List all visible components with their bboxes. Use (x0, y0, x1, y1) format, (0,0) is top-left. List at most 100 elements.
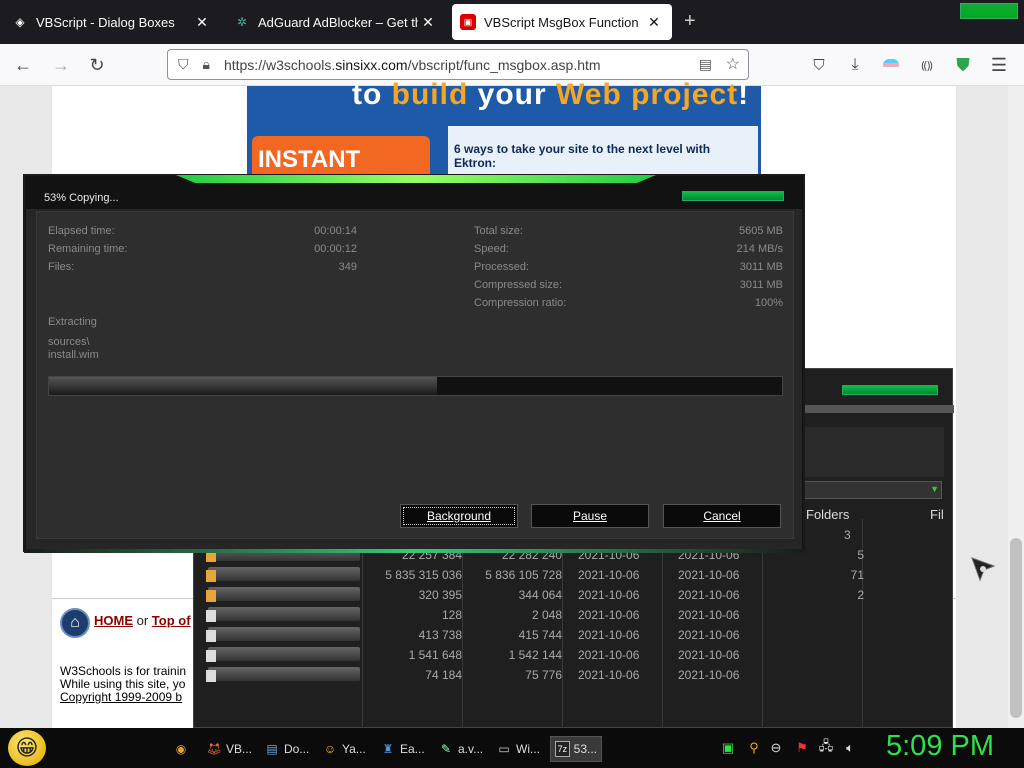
close-icon[interactable]: ✕ (192, 14, 212, 31)
new-tab-button[interactable]: + (684, 10, 696, 33)
column-header-files[interactable]: Fil (930, 507, 944, 522)
network-icon[interactable]: 🖧︎ (818, 738, 834, 756)
cell-size: 128 (441, 608, 462, 622)
lock-icon[interactable]: 🔒︎ (203, 56, 210, 73)
bookmark-star-icon[interactable]: ☆ (726, 54, 740, 74)
clock[interactable]: 5:09 PM (886, 730, 994, 763)
cell-modified: 2021-10-06 (578, 668, 640, 682)
7zip-icon: 7z (555, 741, 570, 757)
close-icon[interactable]: ✕ (644, 14, 664, 31)
cell-modified: 2021-10-06 (578, 628, 640, 642)
home-link[interactable]: HOME (94, 613, 133, 628)
close-icon[interactable]: ✕ (418, 14, 438, 31)
start-button[interactable]: 😁︎ (8, 730, 46, 766)
cell-packed: 2 048 (531, 608, 562, 622)
search-icon[interactable]: ⚲ (746, 740, 762, 756)
speed-label: Speed: (474, 243, 509, 255)
cell-modified: 2021-10-06 (578, 568, 640, 582)
cell-folders: 2 (857, 588, 864, 602)
home-icon[interactable]: ⌂ (60, 608, 90, 638)
taskbar-item[interactable]: ▭ Wi... (492, 736, 546, 762)
tray-flag-icon[interactable]: ⚑ (794, 740, 810, 756)
taskbar-item-label: a.v... (458, 742, 484, 756)
back-button[interactable]: ← (10, 52, 36, 78)
folder-icon (206, 570, 216, 582)
pocket-icon[interactable]: ⛉ (806, 52, 832, 78)
table-row[interactable]: 1 541 648 1 542 144 2021-10-06 2021-10-06 (204, 645, 944, 665)
chevron-down-icon[interactable]: ▼ (930, 484, 939, 494)
adguard-shield-icon[interactable]: ⛊ (950, 52, 976, 78)
table-row[interactable]: 128 2 048 2021-10-06 2021-10-06 (204, 605, 944, 625)
download-icon[interactable]: ⤓ (842, 52, 868, 78)
file-icon (206, 630, 216, 642)
forward-button[interactable]: → (48, 52, 74, 78)
file-icon (206, 610, 216, 622)
menu-icon[interactable]: ☰ (986, 52, 1012, 78)
cell-modified: 2021-10-06 (578, 588, 640, 602)
url-text[interactable]: https://w3schools.sinsixx.com/vbscript/f… (224, 57, 601, 73)
browser-tab-bar: ◈ VBScript - Dialog Boxes ✕ ✲ AdGuard Ad… (0, 0, 1024, 44)
volume-icon[interactable]: 🔈︎ (842, 740, 858, 756)
page-margin-right (956, 86, 1008, 728)
taskbar-item[interactable]: ▤ Do... (260, 736, 314, 762)
pause-button[interactable]: Pause (531, 504, 649, 528)
table-row[interactable]: 74 184 75 776 2021-10-06 2021-10-06 (204, 665, 944, 685)
notepad-icon: ✎ (440, 742, 452, 756)
reader-view-icon[interactable]: ▤ (699, 56, 712, 73)
reload-button[interactable]: ↻ (84, 52, 110, 78)
ektron-promo[interactable]: 6 ways to take your site to the next lev… (448, 126, 758, 176)
url-bar[interactable]: ⛉ 🔒︎ https://w3schools.sinsixx.com/vbscr… (167, 49, 749, 80)
scrollbar-thumb[interactable] (1010, 538, 1022, 718)
copy-progress-dialog[interactable]: 53% Copying... Elapsed time: 00:00:14 Re… (24, 175, 804, 553)
tab-adguard[interactable]: ✲ AdGuard AdBlocker – Get this E ✕ (226, 4, 446, 40)
path-combo[interactable]: ▼ (804, 481, 942, 499)
taskbar-item[interactable]: ☺ Ya... (318, 736, 372, 762)
banner-headline-build: build (391, 78, 469, 111)
footer-text: W3Schools is for trainin While using thi… (60, 665, 200, 704)
speed-value: 214 MB/s (736, 243, 783, 255)
taskbar-item[interactable]: 7z 53... (550, 736, 602, 762)
cell-size: 413 738 (418, 628, 462, 642)
tab-vbscript-dialog-boxes[interactable]: ◈ VBScript - Dialog Boxes ✕ (4, 4, 220, 40)
document-icon: ▤ (266, 742, 278, 756)
remaining-time-value: 00:00:12 (314, 243, 357, 255)
column-header-folders[interactable]: Folders (806, 507, 849, 522)
remaining-time-label: Remaining time: (48, 243, 128, 255)
w3schools-icon: ◈ (15, 15, 25, 29)
chrome-icon: ◉ (175, 742, 187, 756)
adguard-icon: ✲ (236, 15, 248, 29)
taskbar-item[interactable]: ✎ a.v... (434, 736, 488, 762)
top-of-page-link[interactable]: Top of (152, 613, 191, 628)
window-controls[interactable] (960, 3, 1018, 19)
ad-banner[interactable]: to build your Web project! INSTANT DEMO … (247, 78, 761, 201)
taskbar-item[interactable]: ♜ Ea... (376, 736, 430, 762)
taskbar-item-label: Do... (284, 742, 310, 756)
copyright-link[interactable]: Copyright 1999-2009 b (60, 691, 200, 704)
taskbar-item[interactable]: 🦊︎ VB... (202, 736, 256, 762)
file-name-cell (206, 667, 360, 682)
taskbar-item[interactable]: ◉ (170, 736, 196, 762)
table-row[interactable]: 413 738 415 744 2021-10-06 2021-10-06 (204, 625, 944, 645)
instant-demo-button[interactable]: INSTANT DEMO (252, 136, 430, 201)
cancel-button[interactable]: Cancel (663, 504, 781, 528)
cell-modified: 2021-10-06 (578, 608, 640, 622)
dialog-glow-edge (24, 549, 804, 553)
cell-modified: 2021-10-06 (578, 648, 640, 662)
file-name-cell (206, 587, 360, 602)
table-row[interactable]: 5 835 315 036 5 836 105 728 2021-10-06 2021… (204, 565, 944, 585)
table-row[interactable]: 320 395 344 064 2021-10-06 2021-10-06 2 (204, 585, 944, 605)
tab-vbscript-msgbox[interactable]: ▣ VBScript MsgBox Function ✕ (452, 4, 672, 40)
window-controls[interactable] (842, 385, 938, 395)
window-controls[interactable] (682, 191, 784, 201)
extension-flag-icon[interactable] (878, 52, 904, 78)
shield-icon[interactable]: ⛉ (178, 56, 189, 73)
extension-icon[interactable]: ⸨⸩ (914, 52, 940, 78)
background-button[interactable]: Background (400, 504, 518, 528)
tray-app-icon[interactable]: ▣ (720, 740, 736, 756)
cell-created: 2021-10-06 (678, 668, 740, 682)
banner-headline: to build your Web project! (352, 78, 749, 112)
taskbar-item-label: VB... (225, 742, 252, 756)
file-name-cell (206, 627, 360, 642)
file-name-cell (206, 647, 360, 662)
tray-minus-icon[interactable]: ⊖ (768, 740, 784, 756)
